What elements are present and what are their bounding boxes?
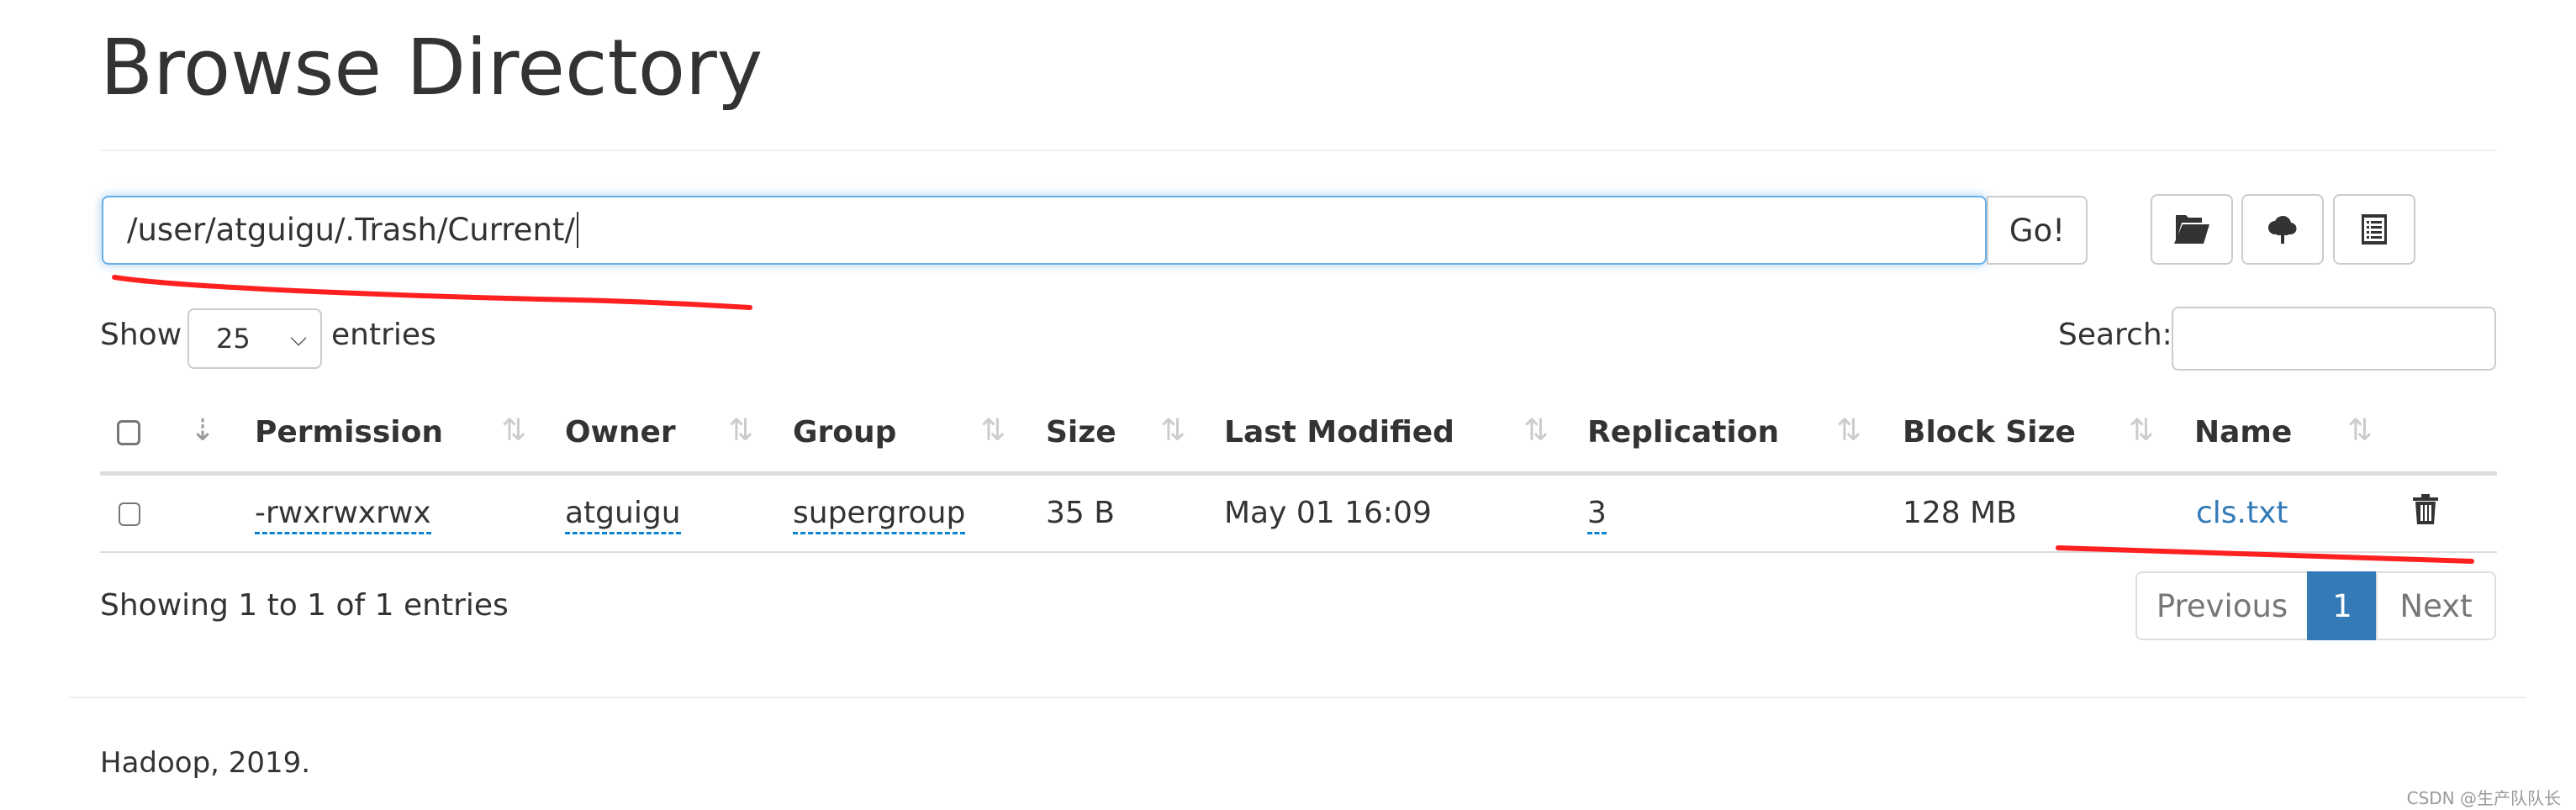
file-name-link[interactable]: cls.txt bbox=[2196, 496, 2288, 530]
next-button[interactable]: Next bbox=[2376, 571, 2496, 640]
upload-button[interactable] bbox=[2241, 194, 2324, 265]
header-divider bbox=[100, 471, 2497, 476]
caret bbox=[576, 212, 578, 248]
search-label: Search: bbox=[2058, 318, 2172, 352]
divider bbox=[100, 150, 2497, 151]
sort-icon[interactable]: ⇅ bbox=[980, 413, 1006, 448]
sort-icon[interactable]: ⇅ bbox=[2347, 413, 2373, 448]
column-group[interactable]: Group bbox=[793, 415, 896, 450]
sort-asc-icon[interactable]: ⇣ bbox=[190, 413, 215, 448]
sort-icon[interactable]: ⇅ bbox=[1836, 413, 1861, 448]
column-last-modified[interactable]: Last Modified bbox=[1224, 415, 1454, 450]
annotation-underline-path bbox=[112, 275, 752, 310]
permission-cell[interactable]: -rwxrwxrwx bbox=[255, 496, 431, 534]
table-info: Showing 1 to 1 of 1 entries bbox=[100, 588, 509, 623]
page-1-button[interactable]: 1 bbox=[2307, 571, 2378, 640]
sort-icon[interactable]: ⇅ bbox=[1160, 413, 1185, 448]
page-title: Browse Directory bbox=[100, 23, 763, 113]
sort-icon[interactable]: ⇅ bbox=[501, 413, 526, 448]
owner-cell: atguigu bbox=[565, 496, 681, 534]
select-all-checkbox[interactable] bbox=[117, 420, 140, 445]
watermark: CSDN @生产队队长 bbox=[2406, 788, 2561, 808]
cut-paste-button[interactable] bbox=[2333, 194, 2415, 265]
footer-text: Hadoop, 2019. bbox=[100, 746, 311, 780]
footer-divider bbox=[69, 697, 2526, 698]
block-size-cell: 128 MB bbox=[1903, 496, 2017, 530]
show-label: Show bbox=[100, 318, 182, 352]
column-owner[interactable]: Owner bbox=[565, 415, 676, 450]
chevron-down-icon: ⌵ bbox=[290, 325, 307, 351]
entries-select[interactable]: 25 ⌵ bbox=[187, 308, 322, 369]
red-annotations bbox=[112, 275, 2474, 564]
trash-icon[interactable] bbox=[2413, 494, 2438, 524]
folder-open-icon bbox=[2174, 215, 2209, 244]
entries-value: 25 bbox=[216, 323, 251, 355]
annotation-underline-name bbox=[2056, 545, 2474, 564]
cloud-upload-icon bbox=[2268, 215, 2297, 244]
column-name[interactable]: Name bbox=[2194, 415, 2292, 450]
row-divider bbox=[100, 551, 2497, 553]
last-modified-cell: May 01 16:09 bbox=[1224, 496, 1432, 530]
list-alt-icon bbox=[2362, 214, 2387, 245]
replication-cell[interactable]: 3 bbox=[1587, 496, 1607, 534]
row-checkbox[interactable] bbox=[119, 502, 140, 526]
go-button[interactable]: Go! bbox=[1987, 196, 2088, 265]
create-directory-button[interactable] bbox=[2151, 194, 2233, 265]
size-cell: 35 B bbox=[1046, 496, 1115, 530]
column-size[interactable]: Size bbox=[1046, 415, 1116, 450]
sort-icon[interactable]: ⇅ bbox=[1523, 413, 1549, 448]
column-block-size[interactable]: Block Size bbox=[1903, 415, 2076, 450]
path-value: /user/atguigu/.Trash/Current/ bbox=[127, 212, 575, 248]
column-permission[interactable]: Permission bbox=[255, 415, 443, 450]
previous-button[interactable]: Previous bbox=[2135, 571, 2309, 640]
path-input[interactable]: /user/atguigu/.Trash/Current/ bbox=[102, 196, 1987, 265]
column-replication[interactable]: Replication bbox=[1587, 415, 1779, 450]
entries-label: entries bbox=[331, 318, 436, 352]
sort-icon[interactable]: ⇅ bbox=[2129, 413, 2154, 448]
search-input[interactable] bbox=[2172, 307, 2496, 371]
sort-icon[interactable]: ⇅ bbox=[728, 413, 753, 448]
group-cell: supergroup bbox=[793, 496, 966, 534]
